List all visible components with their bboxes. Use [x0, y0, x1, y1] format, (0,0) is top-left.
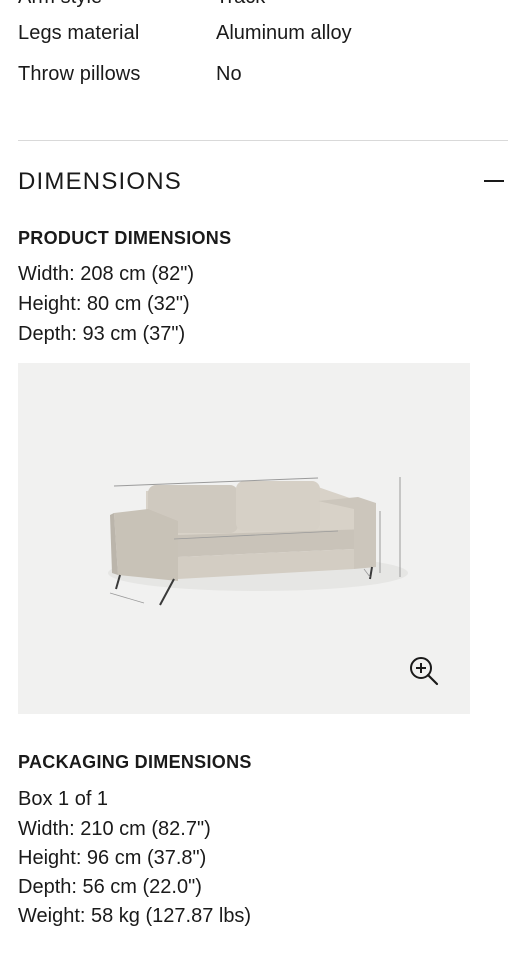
spec-value: Aluminum alloy: [216, 22, 352, 44]
spec-label: Throw pillows: [18, 63, 141, 85]
packaging-depth: Depth: 56 cm (22.0"): [18, 876, 202, 898]
minus-icon[interactable]: [484, 180, 504, 182]
product-depth: Depth: 93 cm (37"): [18, 323, 186, 345]
section-title: DIMENSIONS: [18, 168, 183, 195]
spec-label: Legs material: [18, 22, 140, 44]
spec-label: Arm style: [18, 0, 102, 9]
spec-row-legs-material: Legs material Aluminum alloy: [18, 22, 494, 52]
packaging-weight: Weight: 58 kg (127.87 lbs): [18, 905, 252, 927]
section-divider: [18, 140, 508, 141]
packaging-box: Box 1 of 1: [18, 788, 109, 810]
product-dimension-image[interactable]: [18, 363, 470, 714]
packaging-width: Width: 210 cm (82.7"): [18, 818, 211, 840]
spec-value: Track: [216, 0, 265, 9]
product-dimensions-heading: PRODUCT DIMENSIONS: [18, 228, 232, 248]
product-width: Width: 208 cm (82"): [18, 263, 195, 285]
spec-row-throw-pillows: Throw pillows No: [18, 63, 494, 93]
zoom-in-icon[interactable]: [408, 655, 440, 687]
packaging-height: Height: 96 cm (37.8"): [18, 847, 207, 869]
product-height: Height: 80 cm (32"): [18, 293, 190, 315]
spec-row-arm-style: Arm style Track: [18, 0, 494, 16]
spec-value: No: [216, 63, 242, 85]
dimensions-accordion-header[interactable]: DIMENSIONS: [18, 160, 504, 204]
packaging-dimensions-heading: PACKAGING DIMENSIONS: [18, 752, 252, 772]
sofa-illustration: [108, 477, 408, 606]
